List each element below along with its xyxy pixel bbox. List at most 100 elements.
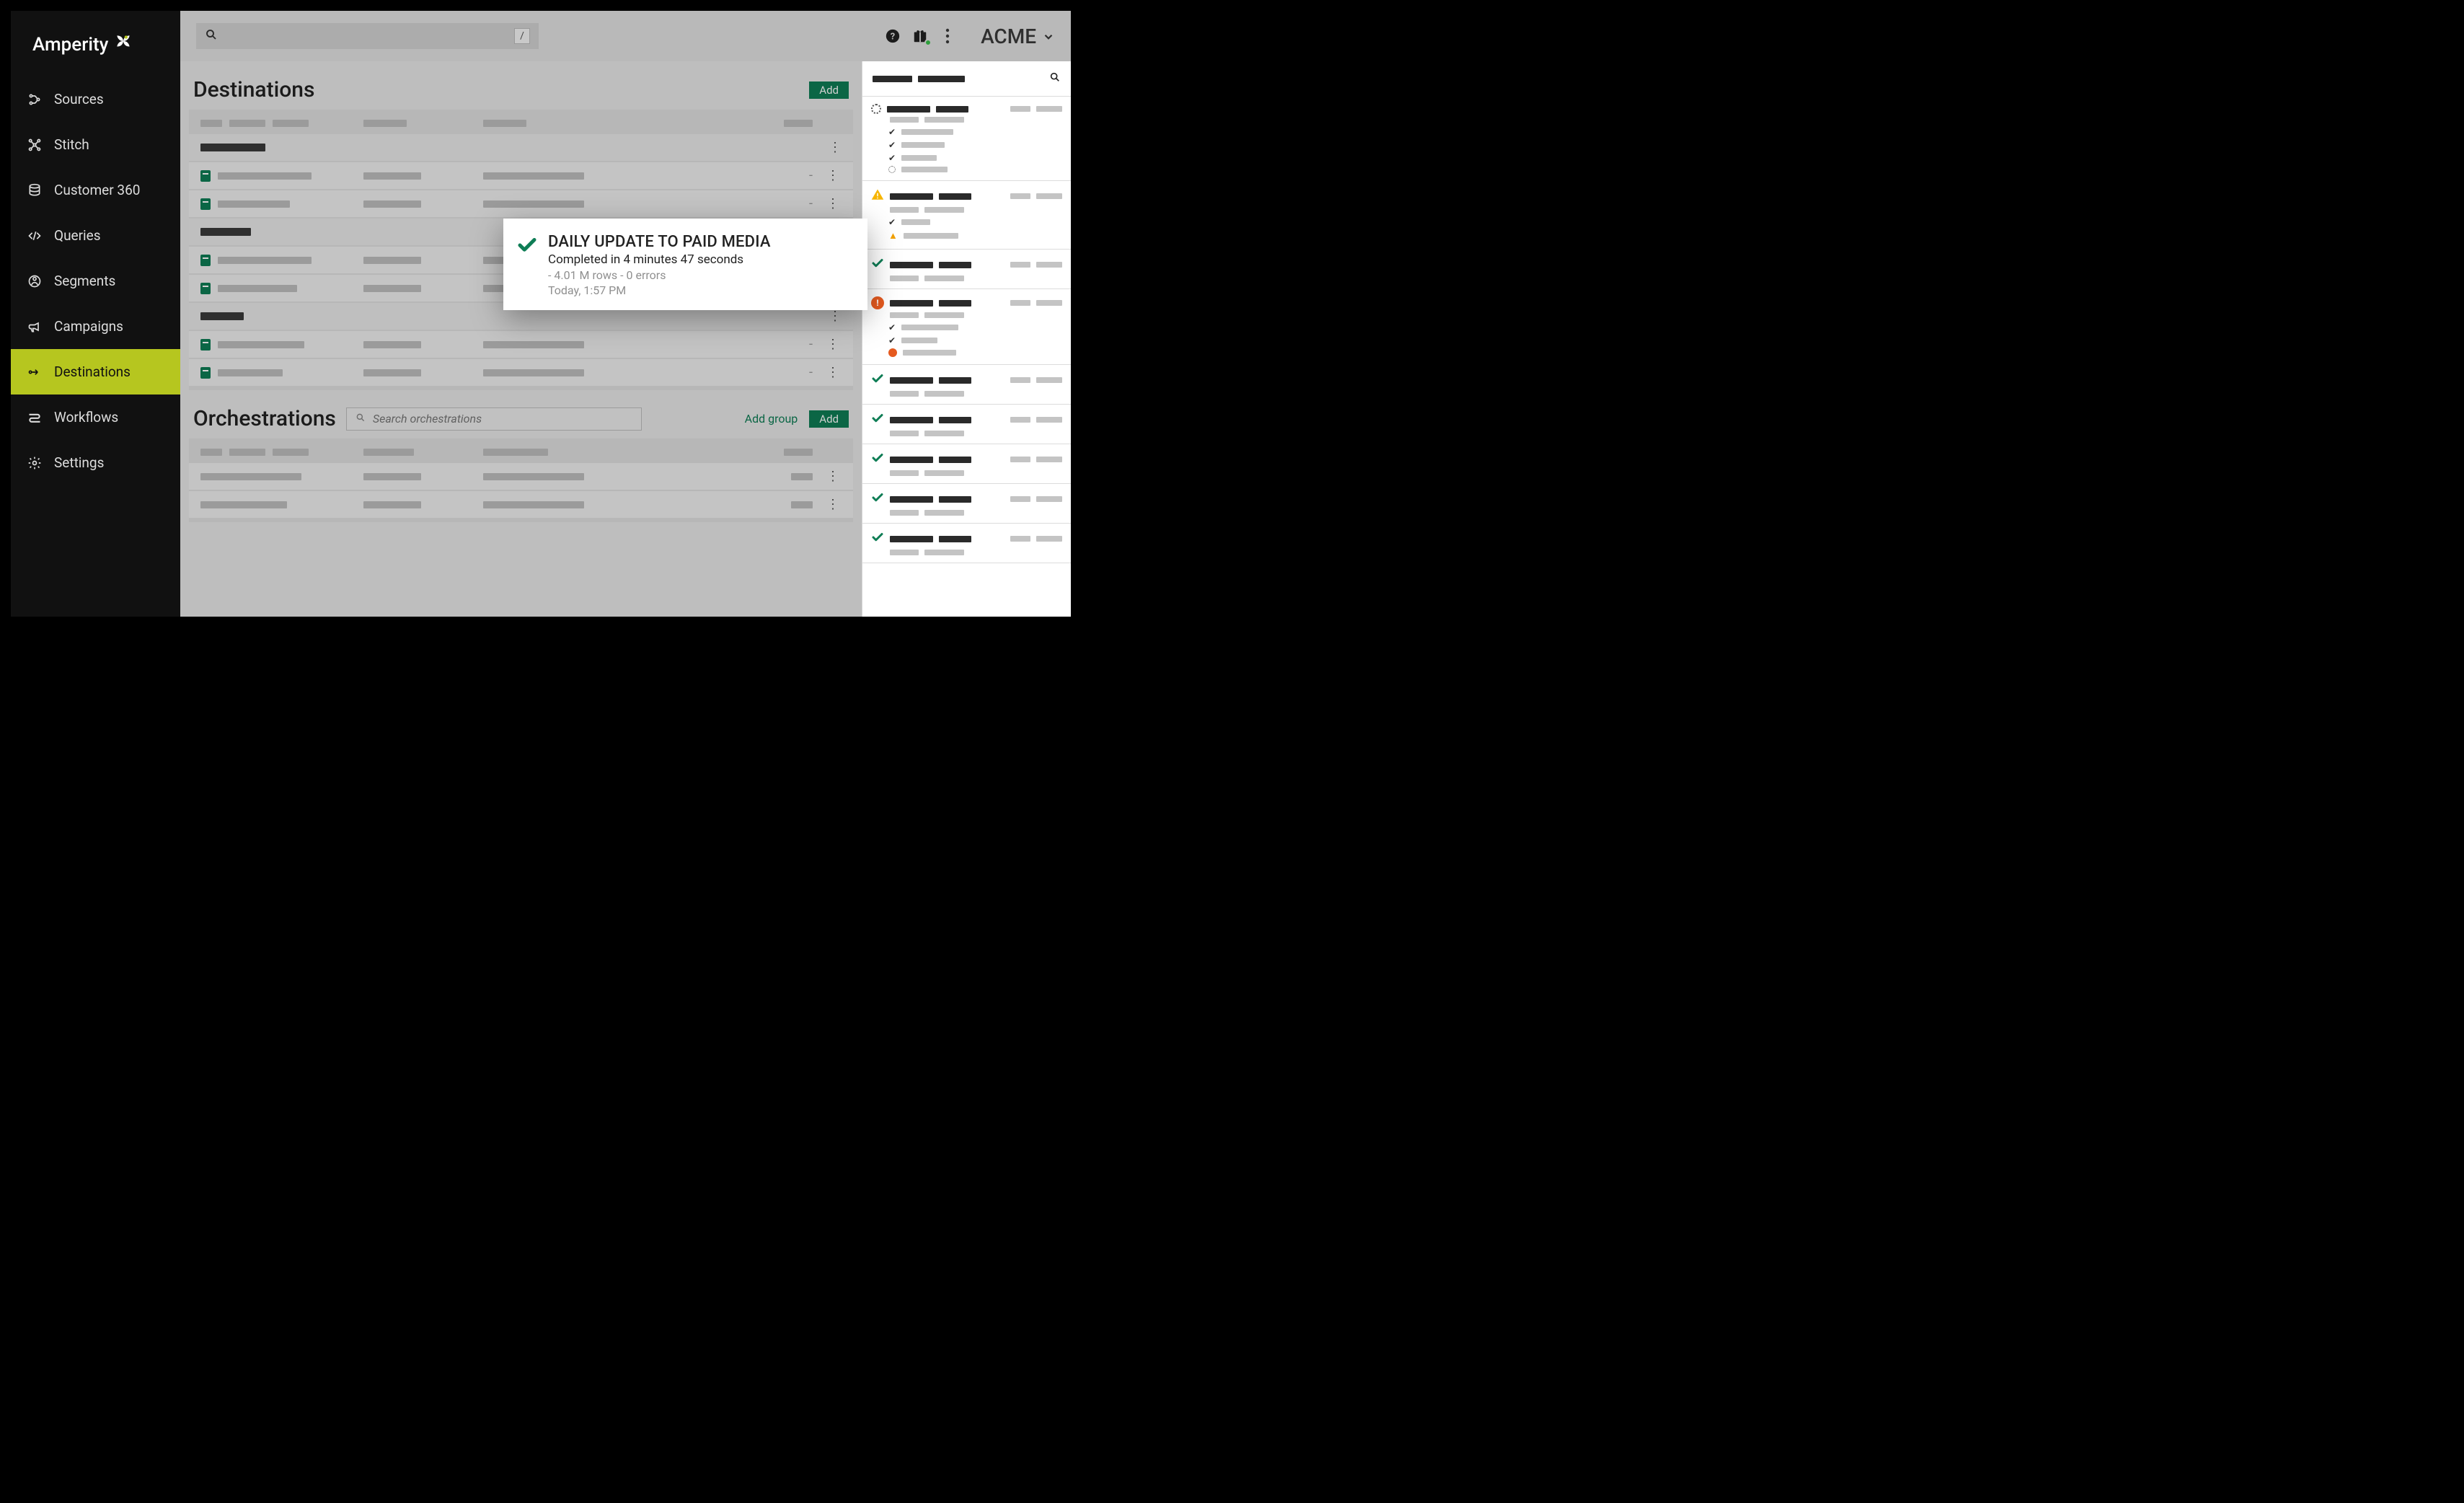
add-group-link[interactable]: Add group — [745, 412, 798, 426]
check-icon — [871, 372, 884, 388]
activity-card[interactable] — [862, 444, 1071, 484]
segments-icon — [27, 274, 43, 288]
file-icon — [200, 198, 211, 210]
sidebar-item-customer360[interactable]: Customer 360 — [11, 167, 180, 213]
orchestrations-header: Orchestrations Search orchestrations Add… — [189, 403, 853, 438]
add-orchestration-button[interactable]: Add — [809, 410, 849, 428]
code-icon — [27, 229, 43, 243]
table-row[interactable]: - ⋮ — [189, 330, 853, 358]
mini-check-icon: ✔ — [888, 127, 896, 137]
sidebar-item-label: Stitch — [54, 136, 89, 153]
check-icon — [871, 451, 884, 467]
app-frame: Amperity Sources Stitch Customer 360 Que… — [0, 0, 1082, 627]
destinations-title: Destinations — [193, 77, 314, 102]
orchestrations-table: ⋮ ⋮ — [189, 438, 853, 522]
orchestrations-search[interactable]: Search orchestrations — [346, 407, 642, 431]
mini-warning-icon: ▲ — [888, 230, 898, 242]
add-destination-button[interactable]: Add — [809, 81, 849, 99]
activity-list: ✔✔✔ ✔▲ — [862, 97, 1071, 563]
search-icon — [356, 412, 366, 426]
kebab-icon[interactable]: ⋮ — [826, 497, 839, 512]
kebab-icon[interactable]: ⋮ — [826, 337, 839, 352]
sidebar-item-workflows[interactable]: Workflows — [11, 395, 180, 440]
destinations-header: Destinations Add — [189, 74, 853, 110]
kebab-icon[interactable]: ⋮ — [829, 140, 842, 155]
table-row[interactable]: - ⋮ — [189, 161, 853, 189]
search-icon[interactable] — [1049, 71, 1061, 86]
activity-card[interactable] — [862, 405, 1071, 444]
sidebar-item-queries[interactable]: Queries — [11, 213, 180, 258]
table-row[interactable]: - ⋮ — [189, 189, 853, 217]
slash-shortcut: / — [514, 28, 530, 44]
sidebar-item-destinations[interactable]: Destinations — [11, 349, 180, 395]
campaigns-icon — [27, 319, 43, 334]
activity-substep: ✔ — [888, 153, 1062, 163]
activity-card[interactable]: ✔▲ — [862, 181, 1071, 250]
notification-dot-icon — [924, 39, 932, 46]
overflow-menu[interactable] — [939, 27, 956, 45]
orchestrations-title: Orchestrations — [193, 406, 336, 431]
topbar: / ? ACME — [180, 11, 1071, 61]
activity-card[interactable] — [862, 484, 1071, 524]
activity-card[interactable] — [862, 250, 1071, 289]
center-column: Destinations Add ⋮ — [180, 61, 862, 617]
sidebar-item-label: Campaigns — [54, 318, 123, 335]
kebab-icon[interactable]: ⋮ — [829, 309, 842, 324]
workflow-detail-callout: DAILY UPDATE TO PAID MEDIA Completed in … — [503, 219, 867, 310]
kebab-icon[interactable]: ⋮ — [826, 469, 839, 484]
mini-check-icon: ✔ — [888, 322, 896, 332]
kebab-icon[interactable]: ⋮ — [826, 168, 839, 183]
table-row[interactable]: - ⋮ — [189, 358, 853, 386]
table-row[interactable]: ⋮ — [189, 490, 853, 518]
table-row[interactable]: ⋮ — [189, 462, 853, 490]
mini-check-icon: ✔ — [888, 217, 896, 227]
search-input[interactable] — [225, 30, 507, 43]
mini-loading-icon — [888, 166, 896, 173]
tenant-switcher[interactable]: ACME — [981, 25, 1055, 48]
activity-substep: ✔ — [888, 335, 1062, 345]
activity-card[interactable] — [862, 524, 1071, 563]
check-icon — [871, 491, 884, 507]
brand: Amperity — [11, 25, 180, 76]
file-icon — [200, 339, 211, 351]
sidebar-item-label: Sources — [54, 91, 104, 107]
file-icon — [200, 170, 211, 182]
check-icon — [871, 257, 884, 273]
gift-icon[interactable] — [911, 27, 929, 45]
activity-panel-header — [862, 61, 1071, 97]
sidebar-item-stitch[interactable]: Stitch — [11, 122, 180, 167]
check-icon — [516, 234, 538, 297]
sidebar-item-label: Settings — [54, 454, 104, 471]
global-search[interactable]: / — [196, 23, 539, 49]
table-header-row — [189, 114, 853, 133]
check-icon — [871, 531, 884, 547]
sidebar-item-campaigns[interactable]: Campaigns — [11, 304, 180, 349]
workflows-icon — [27, 410, 43, 425]
kebab-icon[interactable]: ⋮ — [826, 365, 839, 380]
sidebar-item-label: Segments — [54, 273, 115, 289]
activity-card[interactable] — [862, 365, 1071, 405]
brand-name: Amperity — [32, 34, 108, 56]
search-icon — [205, 28, 218, 44]
sidebar-item-sources[interactable]: Sources — [11, 76, 180, 122]
warning-icon — [871, 188, 884, 204]
sources-icon — [27, 92, 43, 107]
destination-group[interactable]: ⋮ — [189, 133, 853, 161]
main: / ? ACME Destinations Add — [180, 11, 1071, 617]
activity-card[interactable]: ✔✔✔ — [862, 97, 1071, 181]
activity-substep: ▲ — [888, 230, 1062, 242]
brand-logo-icon — [114, 32, 133, 56]
sidebar-item-settings[interactable]: Settings — [11, 440, 180, 485]
stitch-icon — [27, 138, 43, 152]
gear-icon — [27, 456, 43, 470]
callout-title: DAILY UPDATE TO PAID MEDIA — [548, 233, 771, 251]
activity-card[interactable]: ! ✔✔ — [862, 289, 1071, 365]
mini-check-icon: ✔ — [888, 153, 896, 163]
kebab-icon[interactable]: ⋮ — [826, 196, 839, 211]
help-icon[interactable]: ? — [884, 27, 901, 45]
activity-substep — [888, 166, 1062, 173]
sidebar-item-segments[interactable]: Segments — [11, 258, 180, 304]
loading-icon — [871, 104, 881, 114]
activity-substep: ✔ — [888, 127, 1062, 137]
check-icon — [871, 412, 884, 428]
